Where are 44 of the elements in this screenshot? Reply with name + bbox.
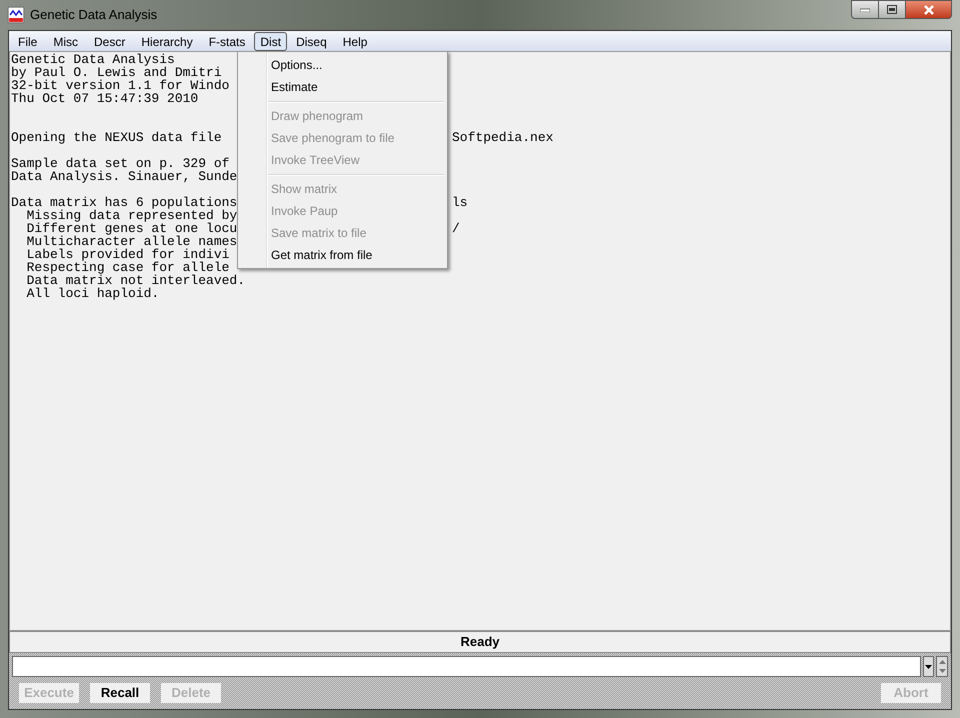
console-line: Respecting case for allele xyxy=(26,261,230,274)
console-line: Data matrix not interleaved. xyxy=(26,274,246,287)
window-title: Genetic Data Analysis xyxy=(30,6,158,24)
console-text: Softpedia.nex xyxy=(452,131,554,144)
spin-button[interactable] xyxy=(936,656,948,677)
menu-item[interactable]: Diseq xyxy=(289,32,334,50)
console-line: Genetic Data Analysis xyxy=(11,53,175,66)
menu-option[interactable]: Estimate xyxy=(238,76,447,98)
command-input[interactable] xyxy=(12,656,921,677)
menu-item[interactable]: Dist xyxy=(254,32,288,50)
menu-item[interactable]: File xyxy=(11,32,44,50)
app-icon xyxy=(8,7,24,23)
console-line: Sample data set on p. 329 of xyxy=(11,157,230,170)
close-icon xyxy=(922,4,934,14)
console-line: All loci haploid. xyxy=(26,287,160,300)
menu-item[interactable]: Misc xyxy=(46,32,86,50)
console-line: Data matrix has 6 populations xyxy=(11,196,238,209)
menu-item[interactable]: Descr xyxy=(87,32,132,50)
minimize-icon xyxy=(860,8,870,12)
menu-option[interactable]: Options... xyxy=(238,54,447,76)
status-text: Ready xyxy=(460,633,500,652)
close-button[interactable] xyxy=(905,0,952,19)
spin-arrows-icon xyxy=(938,659,946,674)
console-line: Thu Oct 07 15:47:39 2010 xyxy=(11,92,198,105)
command-button[interactable]: Recall xyxy=(90,683,150,703)
console-line: Different genes at one locu xyxy=(26,222,238,235)
console-line: Multicharacter allele names xyxy=(26,235,238,248)
console-line: Opening the NEXUS data file xyxy=(11,131,222,144)
menu-item[interactable]: Help xyxy=(336,32,374,50)
console-text: ls xyxy=(452,196,468,209)
maximize-icon xyxy=(887,5,897,14)
minimize-button[interactable] xyxy=(851,0,879,19)
console-line: Missing data represented by xyxy=(26,209,238,222)
console-line: Data Analysis. Sinauer, Sunde xyxy=(11,170,238,183)
console-line: 32-bit version 1.1 for Windo xyxy=(11,79,230,92)
menu-item[interactable]: F-stats xyxy=(202,32,252,50)
console-line: by Paul O. Lewis and Dmitri xyxy=(11,66,222,79)
menu-option[interactable]: Get matrix from file xyxy=(238,244,447,266)
dropdown-button[interactable] xyxy=(923,656,934,677)
caret-icon xyxy=(925,664,932,668)
maximize-button[interactable] xyxy=(879,0,905,19)
console-text: / xyxy=(452,222,460,235)
console-line: Labels provided for indivi xyxy=(26,248,230,261)
menu-item[interactable]: Hierarchy xyxy=(134,32,200,50)
